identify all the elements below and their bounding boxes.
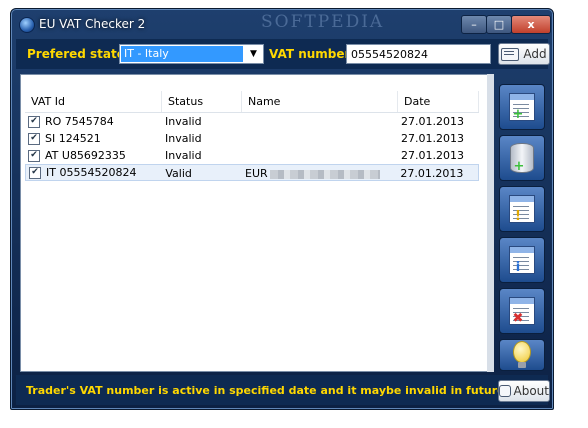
column-header-name[interactable]: Name <box>242 91 398 112</box>
date-cell: 27.01.2013 <box>401 132 464 145</box>
vat-id-cell: RO 7545784 <box>45 115 114 128</box>
table-row[interactable]: ✔ SI 124521 Invalid 27.01.2013 <box>25 130 479 147</box>
name-cell <box>242 130 398 147</box>
status-cell: Valid <box>165 167 192 180</box>
app-window: EU VAT Checker 2 SOFTPEDIA – □ x Prefere… <box>10 8 554 410</box>
row-checkbox[interactable]: ✔ <box>28 132 40 145</box>
state-selected-value: IT - Italy <box>121 46 243 62</box>
keyboard-icon <box>501 47 520 61</box>
vat-id-cell: AT U85692335 <box>45 149 126 162</box>
status-bar: Trader's VAT number is active in specifi… <box>16 375 550 405</box>
speech-bubble-icon <box>499 385 511 397</box>
table-row[interactable]: ✔ AT U85692335 Invalid 27.01.2013 <box>25 147 479 164</box>
prefered-state-label: Prefered state: <box>27 47 130 61</box>
table-row-selected[interactable]: ✔ IT 05554520824 Valid EUR 27.01.2013 <box>25 164 479 181</box>
vat-id-cell: IT 05554520824 <box>46 166 137 179</box>
document-info-icon <box>509 246 535 274</box>
column-header-vat-id[interactable]: VAT Id <box>25 91 162 112</box>
warning-button[interactable]: ! <box>499 186 545 232</box>
document-warning-icon <box>509 195 535 223</box>
date-cell: 27.01.2013 <box>401 115 464 128</box>
name-cell <box>242 113 398 130</box>
date-cell: 27.01.2013 <box>400 167 464 180</box>
close-button[interactable]: x <box>511 15 551 34</box>
vertical-scrollbar[interactable] <box>487 74 494 372</box>
vat-table: VAT Id Status Name Date ✔ RO 7545784 Inv… <box>25 91 479 181</box>
table-row[interactable]: ✔ RO 7545784 Invalid 27.01.2013 <box>25 113 479 130</box>
lightbulb-icon <box>513 341 531 368</box>
name-cell: EUR <box>245 167 268 180</box>
watermark-text: SOFTPEDIA <box>261 12 385 32</box>
status-cell: Invalid <box>165 115 202 128</box>
status-cell: Invalid <box>165 149 202 162</box>
column-header-date[interactable]: Date <box>398 91 479 112</box>
about-button[interactable]: About <box>498 380 550 402</box>
status-message: Trader's VAT number is active in specifi… <box>26 384 509 397</box>
input-toolbar: Prefered state: IT - Italy ▼ VAT number:… <box>16 39 550 69</box>
title-bar[interactable]: EU VAT Checker 2 SOFTPEDIA – □ x <box>11 9 553 39</box>
add-button-label: Add <box>523 47 547 61</box>
state-dropdown[interactable]: IT - Italy ▼ <box>119 44 264 64</box>
delete-button[interactable]: ✖ <box>499 288 545 334</box>
column-header-status[interactable]: Status <box>162 91 242 112</box>
row-checkbox[interactable]: ✔ <box>29 166 41 179</box>
app-globe-icon <box>19 17 35 33</box>
vat-number-input[interactable] <box>346 44 491 64</box>
window-title: EU VAT Checker 2 <box>39 17 146 31</box>
row-checkbox[interactable]: ✔ <box>28 149 40 162</box>
maximize-button[interactable]: □ <box>486 15 512 34</box>
redacted-name-blur <box>269 169 380 179</box>
info-button[interactable]: i <box>499 237 545 283</box>
new-list-button[interactable]: + <box>499 84 545 130</box>
row-checkbox[interactable]: ✔ <box>28 115 40 128</box>
vat-number-label: VAT number: <box>269 47 356 61</box>
minimize-button[interactable]: – <box>461 15 487 34</box>
table-header: VAT Id Status Name Date <box>25 91 479 113</box>
status-cell: Invalid <box>165 132 202 145</box>
name-cell <box>242 147 398 164</box>
tip-button[interactable] <box>499 339 545 371</box>
chevron-down-icon[interactable]: ▼ <box>244 45 263 63</box>
date-cell: 27.01.2013 <box>401 149 464 162</box>
about-button-label: About <box>513 384 549 398</box>
database-add-button[interactable]: + <box>499 135 545 181</box>
vat-id-cell: SI 124521 <box>45 132 101 145</box>
add-button[interactable]: Add <box>498 43 550 65</box>
